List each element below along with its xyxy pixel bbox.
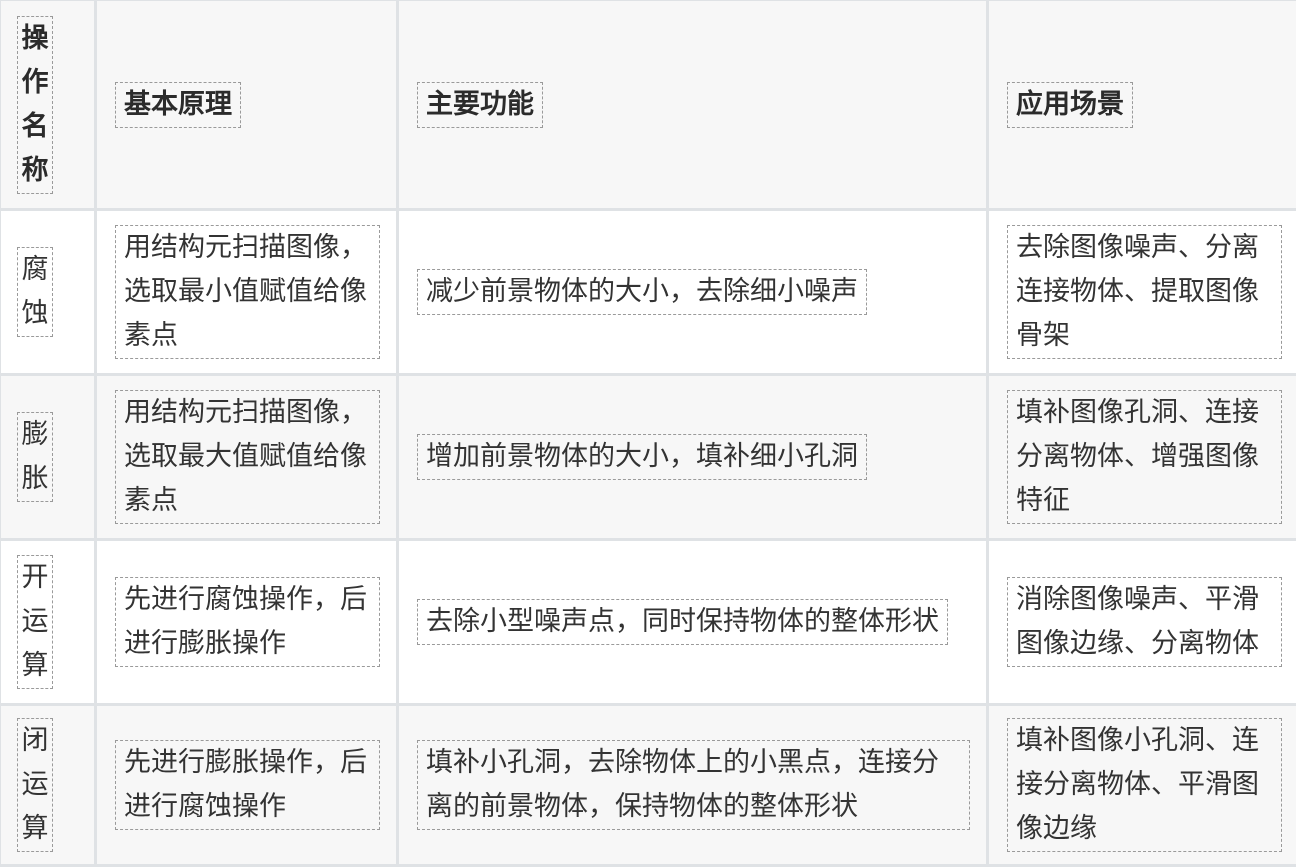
cell-function: 增加前景物体的大小，填补细小孔洞 — [398, 375, 988, 540]
table-row: 腐 蚀 用结构元扫描图像，选取最小值赋值给像素点 减少前景物体的大小，去除细小噪… — [0, 210, 1296, 375]
table-row: 开 运 算 先进行腐蚀操作，后进行膨胀操作 去除小型噪声点，同时保持物体的整体形… — [0, 540, 1296, 705]
header-name-char: 操 — [20, 17, 50, 61]
cell-name-char: 算 — [20, 807, 50, 851]
cell-name-char: 胀 — [20, 457, 50, 501]
cell-scenario-text: 填补图像孔洞、连接分离物体、增强图像特征 — [1007, 390, 1282, 524]
cell-scenario: 去除图像噪声、分离连接物体、提取图像骨架 — [988, 210, 1296, 375]
cell-function-text: 填补小孔洞，去除物体上的小黑点，连接分离的前景物体，保持物体的整体形状 — [417, 740, 970, 830]
cell-name-char: 膨 — [20, 413, 50, 457]
cell-function: 减少前景物体的大小，去除细小噪声 — [398, 210, 988, 375]
cell-function-text: 去除小型噪声点，同时保持物体的整体形状 — [417, 599, 948, 645]
header-principle: 基本原理 — [96, 0, 398, 210]
header-name-box: 操 作 名 称 — [17, 16, 53, 194]
cell-principle-text: 先进行膨胀操作，后进行腐蚀操作 — [115, 740, 380, 830]
cell-name-box: 腐 蚀 — [17, 247, 53, 337]
cell-name-char: 蚀 — [20, 292, 50, 336]
header-principle-label: 基本原理 — [115, 82, 241, 128]
cell-name-box: 开 运 算 — [17, 555, 53, 689]
cell-scenario-text: 消除图像噪声、平滑图像边缘、分离物体 — [1007, 577, 1282, 667]
cell-scenario: 填补图像孔洞、连接分离物体、增强图像特征 — [988, 375, 1296, 540]
header-name: 操 作 名 称 — [0, 0, 96, 210]
cell-name: 腐 蚀 — [0, 210, 96, 375]
cell-scenario: 填补图像小孔洞、连接分离物体、平滑图像边缘 — [988, 705, 1296, 866]
cell-principle-text: 先进行腐蚀操作，后进行膨胀操作 — [115, 577, 380, 667]
header-name-char: 称 — [20, 149, 50, 193]
cell-name-char: 运 — [20, 600, 50, 644]
cell-name-char: 闭 — [20, 719, 50, 763]
cell-principle: 先进行腐蚀操作，后进行膨胀操作 — [96, 540, 398, 705]
cell-scenario-text: 去除图像噪声、分离连接物体、提取图像骨架 — [1007, 225, 1282, 359]
header-name-char: 作 — [20, 61, 50, 105]
header-scenario: 应用场景 — [988, 0, 1296, 210]
cell-function: 填补小孔洞，去除物体上的小黑点，连接分离的前景物体，保持物体的整体形状 — [398, 705, 988, 866]
cell-name: 闭 运 算 — [0, 705, 96, 866]
table-header-row: 操 作 名 称 基本原理 主要功能 应用场景 — [0, 0, 1296, 210]
cell-name-char: 算 — [20, 644, 50, 688]
cell-principle-text: 用结构元扫描图像，选取最大值赋值给像素点 — [115, 390, 380, 524]
cell-name-box: 膨 胀 — [17, 412, 53, 502]
cell-name-char: 开 — [20, 556, 50, 600]
cell-function-text: 减少前景物体的大小，去除细小噪声 — [417, 269, 867, 315]
morphology-table: 操 作 名 称 基本原理 主要功能 应用场景 腐 蚀 用结构元扫描图像，选取最小… — [0, 0, 1296, 867]
cell-name: 膨 胀 — [0, 375, 96, 540]
cell-scenario: 消除图像噪声、平滑图像边缘、分离物体 — [988, 540, 1296, 705]
cell-name-char: 腐 — [20, 248, 50, 292]
cell-function: 去除小型噪声点，同时保持物体的整体形状 — [398, 540, 988, 705]
cell-name-box: 闭 运 算 — [17, 718, 53, 852]
header-function: 主要功能 — [398, 0, 988, 210]
header-scenario-label: 应用场景 — [1007, 82, 1133, 128]
cell-principle: 用结构元扫描图像，选取最小值赋值给像素点 — [96, 210, 398, 375]
cell-name: 开 运 算 — [0, 540, 96, 705]
header-function-label: 主要功能 — [417, 82, 543, 128]
cell-function-text: 增加前景物体的大小，填补细小孔洞 — [417, 434, 867, 480]
cell-principle: 先进行膨胀操作，后进行腐蚀操作 — [96, 705, 398, 866]
header-name-char: 名 — [20, 105, 50, 149]
cell-name-char: 运 — [20, 763, 50, 807]
cell-scenario-text: 填补图像小孔洞、连接分离物体、平滑图像边缘 — [1007, 718, 1282, 852]
table-row: 膨 胀 用结构元扫描图像，选取最大值赋值给像素点 增加前景物体的大小，填补细小孔… — [0, 375, 1296, 540]
cell-principle-text: 用结构元扫描图像，选取最小值赋值给像素点 — [115, 225, 380, 359]
table-row: 闭 运 算 先进行膨胀操作，后进行腐蚀操作 填补小孔洞，去除物体上的小黑点，连接… — [0, 705, 1296, 866]
cell-principle: 用结构元扫描图像，选取最大值赋值给像素点 — [96, 375, 398, 540]
